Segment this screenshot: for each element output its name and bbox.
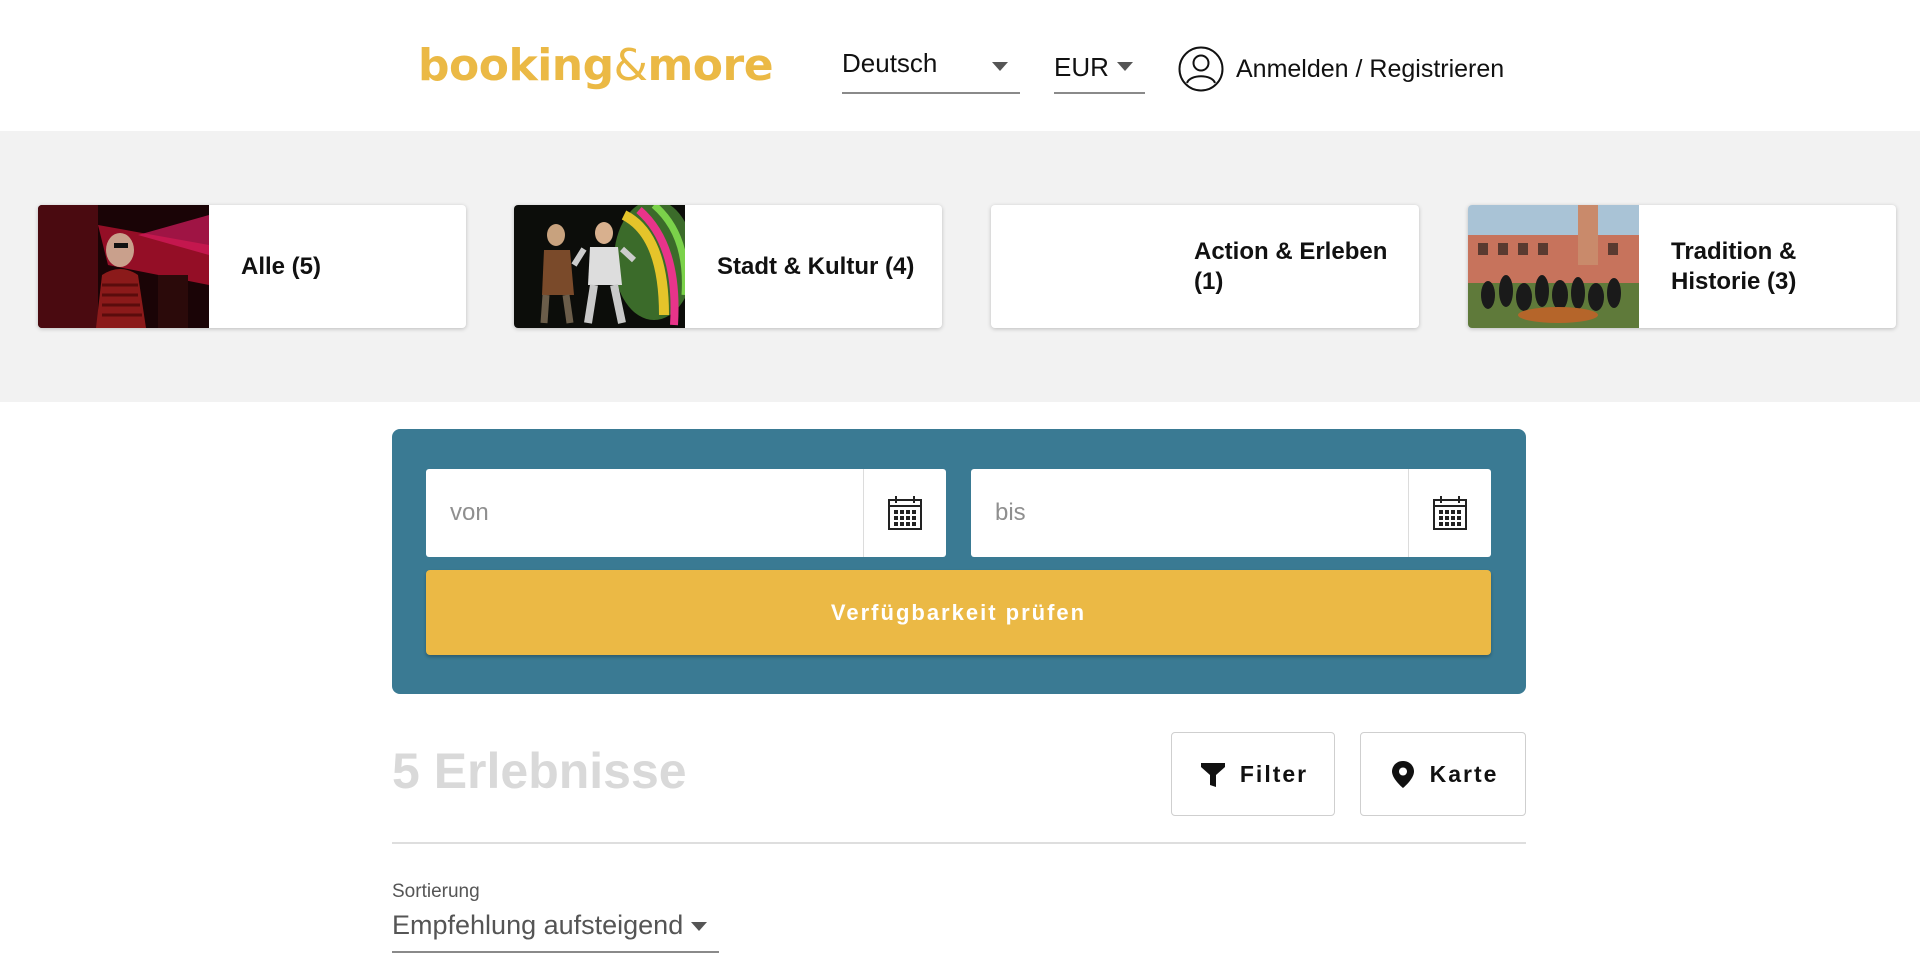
date-to-placeholder: bis	[995, 499, 1026, 526]
calendar-icon	[888, 496, 922, 530]
category-label: Alle (5)	[241, 252, 322, 280]
category-card-stadt-kultur[interactable]: Stadt & Kultur (4)	[514, 205, 942, 328]
caret-down-icon	[992, 62, 1008, 71]
theater-red-stage-photo	[38, 205, 209, 328]
results-count: 5 Erlebnisse	[392, 743, 687, 799]
site-header: booking&more Deutsch EUR Anmelden / Regi…	[0, 0, 1920, 131]
category-card-action-erleben[interactable]: Action & Erleben (1)	[991, 205, 1419, 328]
caret-down-icon	[691, 922, 707, 931]
booking-and-more-logo[interactable]: booking&more	[418, 40, 774, 91]
category-card-alle[interactable]: Alle (5)	[38, 205, 466, 328]
category-label: Stadt & Kultur (4)	[717, 252, 915, 280]
historic-building-group-photo	[1468, 205, 1639, 328]
divider	[392, 842, 1526, 844]
language-value: Deutsch	[842, 48, 938, 78]
date-to-field[interactable]: bis	[971, 469, 1491, 557]
map-button[interactable]: Karte	[1360, 732, 1526, 816]
map-label: Karte	[1429, 760, 1499, 787]
date-from-placeholder: von	[450, 499, 489, 526]
category-card-tradition-historie[interactable]: Tradition & Historie (3)	[1468, 205, 1896, 328]
logo-text-right: more	[647, 40, 774, 91]
date-from-field[interactable]: von	[426, 469, 946, 557]
logo-ampersand: &	[613, 40, 648, 91]
sort-label: Sortierung	[392, 881, 480, 902]
login-register-link[interactable]: Anmelden / Registrieren	[1178, 46, 1504, 92]
date-from-calendar-button[interactable]	[863, 469, 946, 557]
category-label: Action & Erleben (1)	[1194, 237, 1388, 295]
currency-value: EUR	[1054, 52, 1109, 82]
calendar-icon	[1433, 496, 1467, 530]
currency-select[interactable]: EUR	[1054, 44, 1145, 94]
filter-icon	[1200, 763, 1225, 787]
empty-thumbnail	[991, 205, 1162, 328]
logo-text-left: booking	[418, 40, 614, 91]
category-label: Tradition & Historie (3)	[1671, 237, 1797, 295]
date-to-calendar-button[interactable]	[1408, 469, 1491, 557]
category-band: Alle (5) Stadt & Kultur (4) Action & Erl…	[0, 131, 1920, 402]
user-account-icon	[1178, 46, 1224, 92]
language-select[interactable]: Deutsch	[842, 44, 1020, 94]
sort-select[interactable]: Empfehlung aufsteigend	[392, 904, 719, 953]
availability-search-panel: von bis Verfügbarkeit prüfen	[392, 429, 1526, 694]
map-pin-icon	[1391, 761, 1414, 788]
filter-label: Filter	[1239, 760, 1309, 787]
sort-value: Empfehlung aufsteigend	[392, 910, 684, 940]
caret-down-icon	[1117, 62, 1133, 71]
check-availability-button[interactable]: Verfügbarkeit prüfen	[426, 570, 1491, 655]
stage-performers-photo	[514, 205, 685, 328]
login-register-label: Anmelden / Registrieren	[1236, 54, 1505, 83]
filter-button[interactable]: Filter	[1171, 732, 1335, 816]
